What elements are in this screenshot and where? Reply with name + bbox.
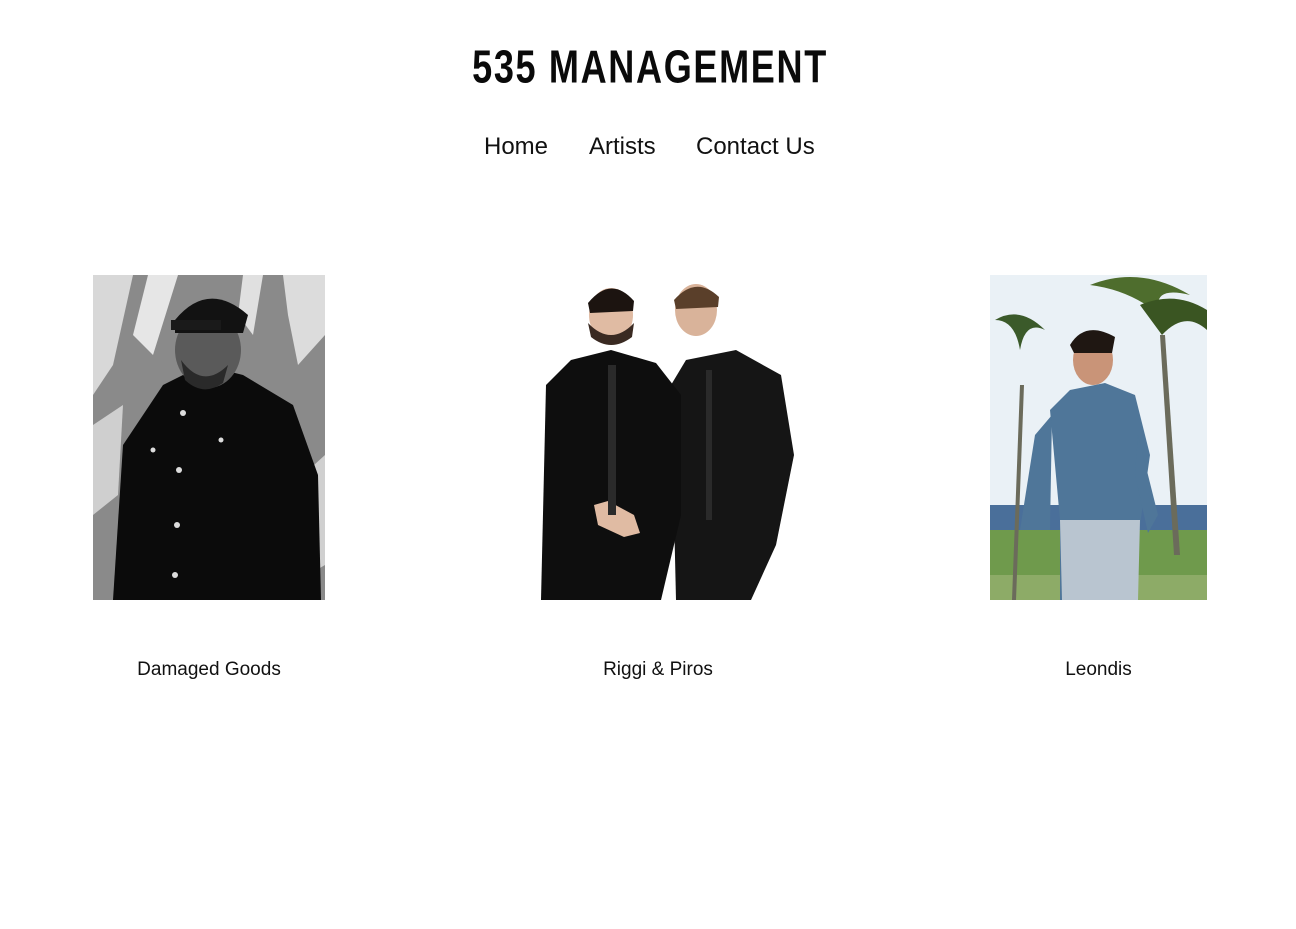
artist-photo-damaged-goods[interactable] — [93, 275, 325, 600]
nav-home-link[interactable]: Home — [484, 130, 548, 164]
main-nav: Home Artists Contact Us — [0, 130, 1296, 164]
artist-name-damaged-goods[interactable]: Damaged Goods — [93, 658, 325, 682]
artist-name-leondis[interactable]: Leondis — [990, 658, 1207, 682]
artist-photo-bw-portrait-image — [93, 275, 325, 600]
artist-photo-beach-portrait-image — [990, 275, 1207, 600]
artist-photo-leondis[interactable] — [990, 275, 1207, 600]
artist-photo-duo-image — [536, 275, 796, 600]
artist-name-riggi-piros[interactable]: Riggi & Piros — [528, 658, 788, 682]
nav-artists-link[interactable]: Artists — [589, 130, 656, 164]
site-logo[interactable]: 535 MANAGEMENT — [472, 42, 826, 93]
artist-photo-riggi-piros[interactable] — [536, 275, 796, 600]
nav-contact-link[interactable]: Contact Us — [696, 130, 815, 164]
